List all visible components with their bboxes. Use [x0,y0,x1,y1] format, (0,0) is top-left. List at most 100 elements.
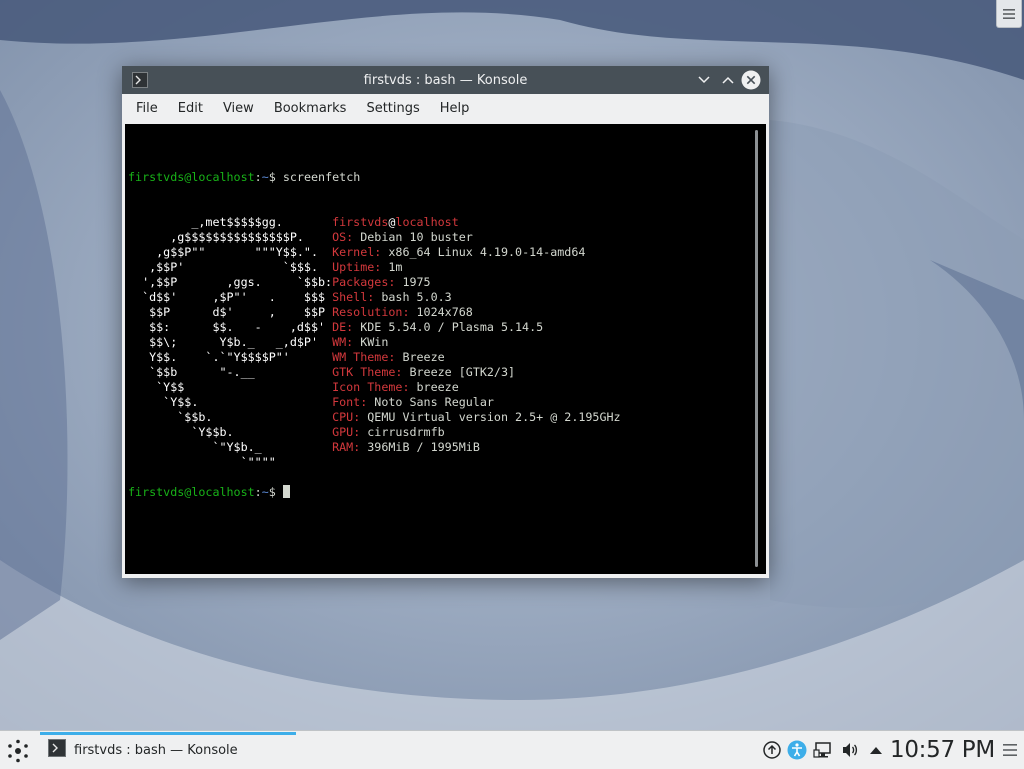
info-value: breeze [416,380,459,394]
task-entry-konsole[interactable]: firstvds : bash — Konsole [40,731,296,769]
info-value: 1975 [402,275,431,289]
info-host: localhost [395,215,459,229]
expand-tray-icon[interactable] [866,740,886,760]
info-value: Noto Sans Regular [374,395,494,409]
info-value: Debian 10 buster [360,230,473,244]
info-key: Kernel [332,245,375,259]
menu-settings[interactable]: Settings [356,94,429,124]
screenfetch-line: Y$$. `.`"Y$$$$P"' WM Theme: Breeze [128,350,445,364]
task-label: firstvds : bash — Konsole [74,742,238,758]
prompt-sep: : [254,170,262,184]
konsole-window: firstvds : bash — Konsole File Edit View… [122,66,769,578]
prompt-user: firstvds@localhost [128,485,255,499]
info-value: Breeze [GTK2/3] [409,365,516,379]
screenfetch-line: ,$$P' `$$$. Uptime: 1m [128,260,403,274]
terminal-area[interactable]: firstvds@localhost:~$ screenfetch _,met$… [125,124,766,574]
ascii-logo-line: `$$b. [128,410,333,424]
screenfetch-line: ,g$$$$$$$$$$$$$$$P. OS: Debian 10 buster [128,230,473,244]
info-value: x86_64 Linux 4.19.0-14-amd64 [388,245,586,259]
info-value: Breeze [402,350,445,364]
info-key: Resolution [332,305,403,319]
menu-bookmarks[interactable]: Bookmarks [264,94,357,124]
chevron-down-icon [698,76,710,84]
clock[interactable]: 10:57 PM [890,735,995,765]
prompt-line: firstvds@localhost:~$ [128,485,621,500]
ascii-logo-line: ',$$P ,ggs. `$$b: [128,275,333,289]
text-cursor [282,485,290,498]
screenfetch-line: `"""" [128,455,621,470]
chevron-up-icon [722,76,734,84]
window-title: firstvds : bash — Konsole [363,72,528,88]
volume-icon[interactable] [840,740,860,760]
prompt-path: ~ [261,485,269,499]
desktop-toolbox-button[interactable] [996,0,1022,28]
ascii-logo-line: $$: $$. - ,d$$' [128,320,333,334]
terminal-scrollbar[interactable] [755,130,758,567]
screenfetch-line: `d$$' ,$P"' . $$$ Shell: bash 5.0.3 [128,290,452,304]
menubar: File Edit View Bookmarks Settings Help [122,94,769,124]
prompt-path: ~ [261,170,269,184]
hamburger-icon [1003,8,1015,19]
menu-view[interactable]: View [213,94,264,124]
info-key: CPU [332,410,354,424]
kde-launcher-icon[interactable] [6,739,30,763]
ascii-logo-line: `Y$$b. [128,425,333,439]
ascii-logo-line: `d$$' ,$P"' . $$$ [128,290,333,304]
update-icon[interactable] [762,740,782,760]
screenfetch-line: $$\; Y$b._ _,d$P' WM: KWin [128,335,389,349]
menu-edit[interactable]: Edit [168,94,213,124]
info-key: Icon Theme [332,380,403,394]
ascii-logo-line: $$P d$' , $$P [128,305,333,319]
info-value: KDE 5.54.0 / Plasma 5.14.5 [360,320,544,334]
info-key: WM Theme [332,350,389,364]
menu-file[interactable]: File [126,94,168,124]
ascii-logo-line: ,g$$P"" """Y$$.". [128,245,333,259]
screenfetch-line: `Y$$b. GPU: cirrusdrmfb [128,425,445,439]
ascii-logo-line: _,met$$$$$gg. [128,215,333,229]
taskbar: firstvds : bash — Konsole 10:57 PM [0,730,1024,769]
network-icon[interactable] [813,740,833,760]
close-button[interactable] [741,70,761,90]
screenfetch-line: `$$b. CPU: QEMU Virtual version 2.5+ @ 2… [128,410,621,424]
prompt-user: firstvds@localhost [128,170,255,184]
info-value: 1m [388,260,403,274]
minimize-button[interactable] [694,70,714,90]
prompt-sep: : [254,485,262,499]
ascii-logo-line: `"Y$b._ [128,440,333,454]
screenfetch-line: _,met$$$$$gg. firstvds@localhost [128,215,621,230]
prompt-symbol: $ [268,485,276,499]
screenfetch-line: `$$b "-.__ GTK Theme: Breeze [GTK2/3] [128,365,516,379]
info-key: Packages [332,275,389,289]
maximize-button[interactable] [718,70,738,90]
info-key: GPU [332,425,354,439]
screenfetch-line: $$: $$. - ,d$$' DE: KDE 5.54.0 / Plasma … [128,320,544,334]
window-titlebar[interactable]: firstvds : bash — Konsole [122,66,769,94]
command-line: firstvds@localhost:~$ screenfetch [128,170,621,185]
info-key: Shell [332,290,368,304]
ascii-logo-line: `Y$$ [128,380,333,394]
info-value: 1024x768 [416,305,473,319]
info-value: bash 5.0.3 [381,290,452,304]
screenfetch-line: `Y$$. Font: Noto Sans Regular [128,395,494,409]
info-value: cirrusdrmfb [367,425,445,439]
ascii-logo-line: `"""" [128,455,333,469]
info-key: Uptime [332,260,375,274]
info-value: KWin [360,335,389,349]
active-task-indicator [40,732,296,735]
close-icon [741,70,761,90]
ascii-logo-line: `Y$$. [128,395,333,409]
info-key: Font [332,395,361,409]
ascii-logo-line: $$\; Y$b._ _,d$P' [128,335,333,349]
menu-help[interactable]: Help [430,94,480,124]
info-key: GTK Theme [332,365,396,379]
screenfetch-line: $$P d$' , $$P Resolution: 1024x768 [128,305,473,319]
info-user: firstvds [332,215,389,229]
info-key: RAM [332,440,354,454]
screenfetch-line: ,g$$P"" """Y$$.". Kernel: x86_64 Linux 4… [128,245,586,259]
ascii-logo-line: ,g$$$$$$$$$$$$$$$P. [128,230,333,244]
konsole-icon [132,72,148,92]
terminal-output: firstvds@localhost:~$ screenfetch _,met$… [128,125,621,500]
accessibility-icon[interactable] [787,740,807,760]
show-desktop-icon[interactable] [1000,740,1020,760]
